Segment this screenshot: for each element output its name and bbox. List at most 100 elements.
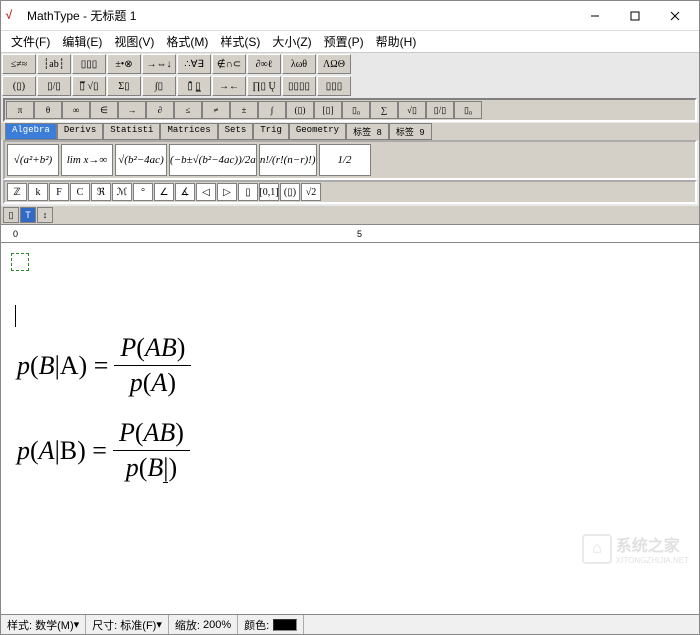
- status-size[interactable]: 尺寸: 标准(F) ▾: [86, 615, 169, 634]
- sample-1[interactable]: lim x→∞: [61, 144, 113, 176]
- inline-template-12[interactable]: ▯₀: [342, 101, 370, 119]
- palette-btn-2[interactable]: ▯▯▯: [72, 54, 106, 74]
- palette-btn-9[interactable]: ΛΩΘ: [317, 54, 351, 74]
- template-btn-5[interactable]: ▯̄ ▯̲: [177, 76, 211, 96]
- sample-4[interactable]: n!/(r!(n−r)!): [259, 144, 317, 176]
- small-sym-12[interactable]: [0,1]: [259, 183, 279, 201]
- tab-derivs[interactable]: Derivs: [57, 123, 103, 140]
- inline-template-11[interactable]: [▯]: [314, 101, 342, 119]
- small-sym-4[interactable]: ℜ: [91, 183, 111, 201]
- palette-btn-6[interactable]: ∉∩⊂: [212, 54, 246, 74]
- tab-标签 9[interactable]: 标签 9: [389, 123, 432, 140]
- palette-btn-8[interactable]: λωθ: [282, 54, 316, 74]
- symbol-palette-row-2: (▯)▯/▯▯̅ √▯Σ▯∫▯▯̄ ▯̲→←∏▯ Ų▯▯▯▯▯▯▯: [1, 75, 699, 97]
- tab-algebra[interactable]: Algebra: [5, 123, 57, 140]
- close-button[interactable]: [655, 2, 695, 30]
- eq1-denominator: p(A): [124, 368, 182, 398]
- inline-template-7[interactable]: ≠: [202, 101, 230, 119]
- titlebar: √ MathType - 无标题 1: [1, 1, 699, 31]
- inline-template-2[interactable]: ∞: [62, 101, 90, 119]
- eq2-fraction: P(AB) p(B|): [113, 418, 190, 483]
- ruler: 0 5: [1, 225, 699, 243]
- small-sym-13[interactable]: (▯): [280, 183, 300, 201]
- template-btn-9[interactable]: ▯▯▯: [317, 76, 351, 96]
- inline-template-10[interactable]: (▯): [286, 101, 314, 119]
- menu-style[interactable]: 样式(S): [214, 31, 266, 52]
- inline-template-6[interactable]: ≤: [174, 101, 202, 119]
- menu-view[interactable]: 视图(V): [108, 31, 160, 52]
- tab-geometry[interactable]: Geometry: [289, 123, 346, 140]
- menu-format[interactable]: 格式(M): [160, 31, 214, 52]
- template-btn-3[interactable]: Σ▯: [107, 76, 141, 96]
- text-cursor: [15, 305, 16, 327]
- status-zoom[interactable]: 缩放: 200%: [169, 615, 238, 634]
- mini-tool-1[interactable]: ▯: [3, 207, 19, 223]
- minimize-button[interactable]: [575, 2, 615, 30]
- small-sym-14[interactable]: √2: [301, 183, 321, 201]
- inline-template-5[interactable]: ∂: [146, 101, 174, 119]
- status-style[interactable]: 样式: 数学(M) ▾: [1, 615, 86, 634]
- inline-template-4[interactable]: →: [118, 101, 146, 119]
- tab-trig[interactable]: Trig: [253, 123, 289, 140]
- mini-tool-2[interactable]: T: [20, 207, 36, 223]
- template-btn-7[interactable]: ∏▯ Ų: [247, 76, 281, 96]
- inline-template-14[interactable]: √▯: [398, 101, 426, 119]
- sample-2[interactable]: √(b²−4ac): [115, 144, 167, 176]
- template-btn-1[interactable]: ▯/▯: [37, 76, 71, 96]
- small-sym-5[interactable]: ℳ: [112, 183, 132, 201]
- menu-size[interactable]: 大小(Z): [266, 31, 317, 52]
- watermark-sub: XITONGZHIJIA.NET: [616, 556, 689, 565]
- menu-edit[interactable]: 编辑(E): [56, 31, 108, 52]
- template-btn-4[interactable]: ∫▯: [142, 76, 176, 96]
- watermark-icon: ⌂: [582, 534, 612, 564]
- template-btn-0[interactable]: (▯): [2, 76, 36, 96]
- small-sym-6[interactable]: °: [133, 183, 153, 201]
- palette-btn-3[interactable]: ±•⊗: [107, 54, 141, 74]
- template-btn-2[interactable]: ▯̅ √▯: [72, 76, 106, 96]
- template-btn-6[interactable]: →←: [212, 76, 246, 96]
- inline-template-1[interactable]: θ: [34, 101, 62, 119]
- sample-0[interactable]: √(a²+b²): [7, 144, 59, 176]
- menu-preferences[interactable]: 预置(P): [318, 31, 370, 52]
- inline-template-0[interactable]: π: [6, 101, 34, 119]
- mini-toolbar: ▯ T ↕: [1, 206, 699, 224]
- small-sym-1[interactable]: k: [28, 183, 48, 201]
- small-sym-9[interactable]: ◁: [196, 183, 216, 201]
- sample-3[interactable]: (−b±√(b²−4ac))/2a: [169, 144, 257, 176]
- tab-matrices[interactable]: Matrices: [160, 123, 217, 140]
- palette-btn-1[interactable]: ┆ab┆: [37, 54, 71, 74]
- watermark-text: 系统之家: [616, 532, 689, 556]
- inline-template-3[interactable]: ∈: [90, 101, 118, 119]
- inline-template-13[interactable]: ∑: [370, 101, 398, 119]
- small-sym-3[interactable]: C: [70, 183, 90, 201]
- mini-tool-3[interactable]: ↕: [37, 207, 53, 223]
- template-btn-8[interactable]: ▯▯▯▯: [282, 76, 316, 96]
- status-color[interactable]: 颜色:: [238, 615, 304, 634]
- tab-sets[interactable]: Sets: [218, 123, 254, 140]
- inline-template-16[interactable]: ▯₀: [454, 101, 482, 119]
- maximize-button[interactable]: [615, 2, 655, 30]
- palette-btn-0[interactable]: ≤≠≈: [2, 54, 36, 74]
- template-palette-row: πθ∞∈→∂≤≠±∫(▯)[▯]▯₀∑√▯▯/▯▯₀: [3, 98, 697, 122]
- small-sym-8[interactable]: ∡: [175, 183, 195, 201]
- palette-btn-7[interactable]: ∂∞ℓ: [247, 54, 281, 74]
- inline-template-9[interactable]: ∫: [258, 101, 286, 119]
- color-swatch: [273, 619, 297, 631]
- menu-help[interactable]: 帮助(H): [370, 31, 423, 52]
- ruler-mark-5: 5: [357, 229, 362, 239]
- window-title: MathType - 无标题 1: [27, 7, 575, 24]
- small-sym-10[interactable]: ▷: [217, 183, 237, 201]
- palette-btn-5[interactable]: ∴∀∃: [177, 54, 211, 74]
- small-sym-11[interactable]: ▯: [238, 183, 258, 201]
- palette-btn-4[interactable]: →⇔↓: [142, 54, 176, 74]
- sample-5[interactable]: 1/2: [319, 144, 371, 176]
- small-sym-0[interactable]: ℤ: [7, 183, 27, 201]
- tab-statisti[interactable]: Statisti: [103, 123, 160, 140]
- small-sym-7[interactable]: ∠: [154, 183, 174, 201]
- inline-template-8[interactable]: ±: [230, 101, 258, 119]
- menu-file[interactable]: 文件(F): [5, 31, 56, 52]
- small-sym-2[interactable]: F: [49, 183, 69, 201]
- inline-template-15[interactable]: ▯/▯: [426, 101, 454, 119]
- equation-editor[interactable]: p(B|A) = P(AB) p(A) p(A|B) = P(AB) p(B|)…: [1, 243, 699, 611]
- tab-标签 8[interactable]: 标签 8: [346, 123, 389, 140]
